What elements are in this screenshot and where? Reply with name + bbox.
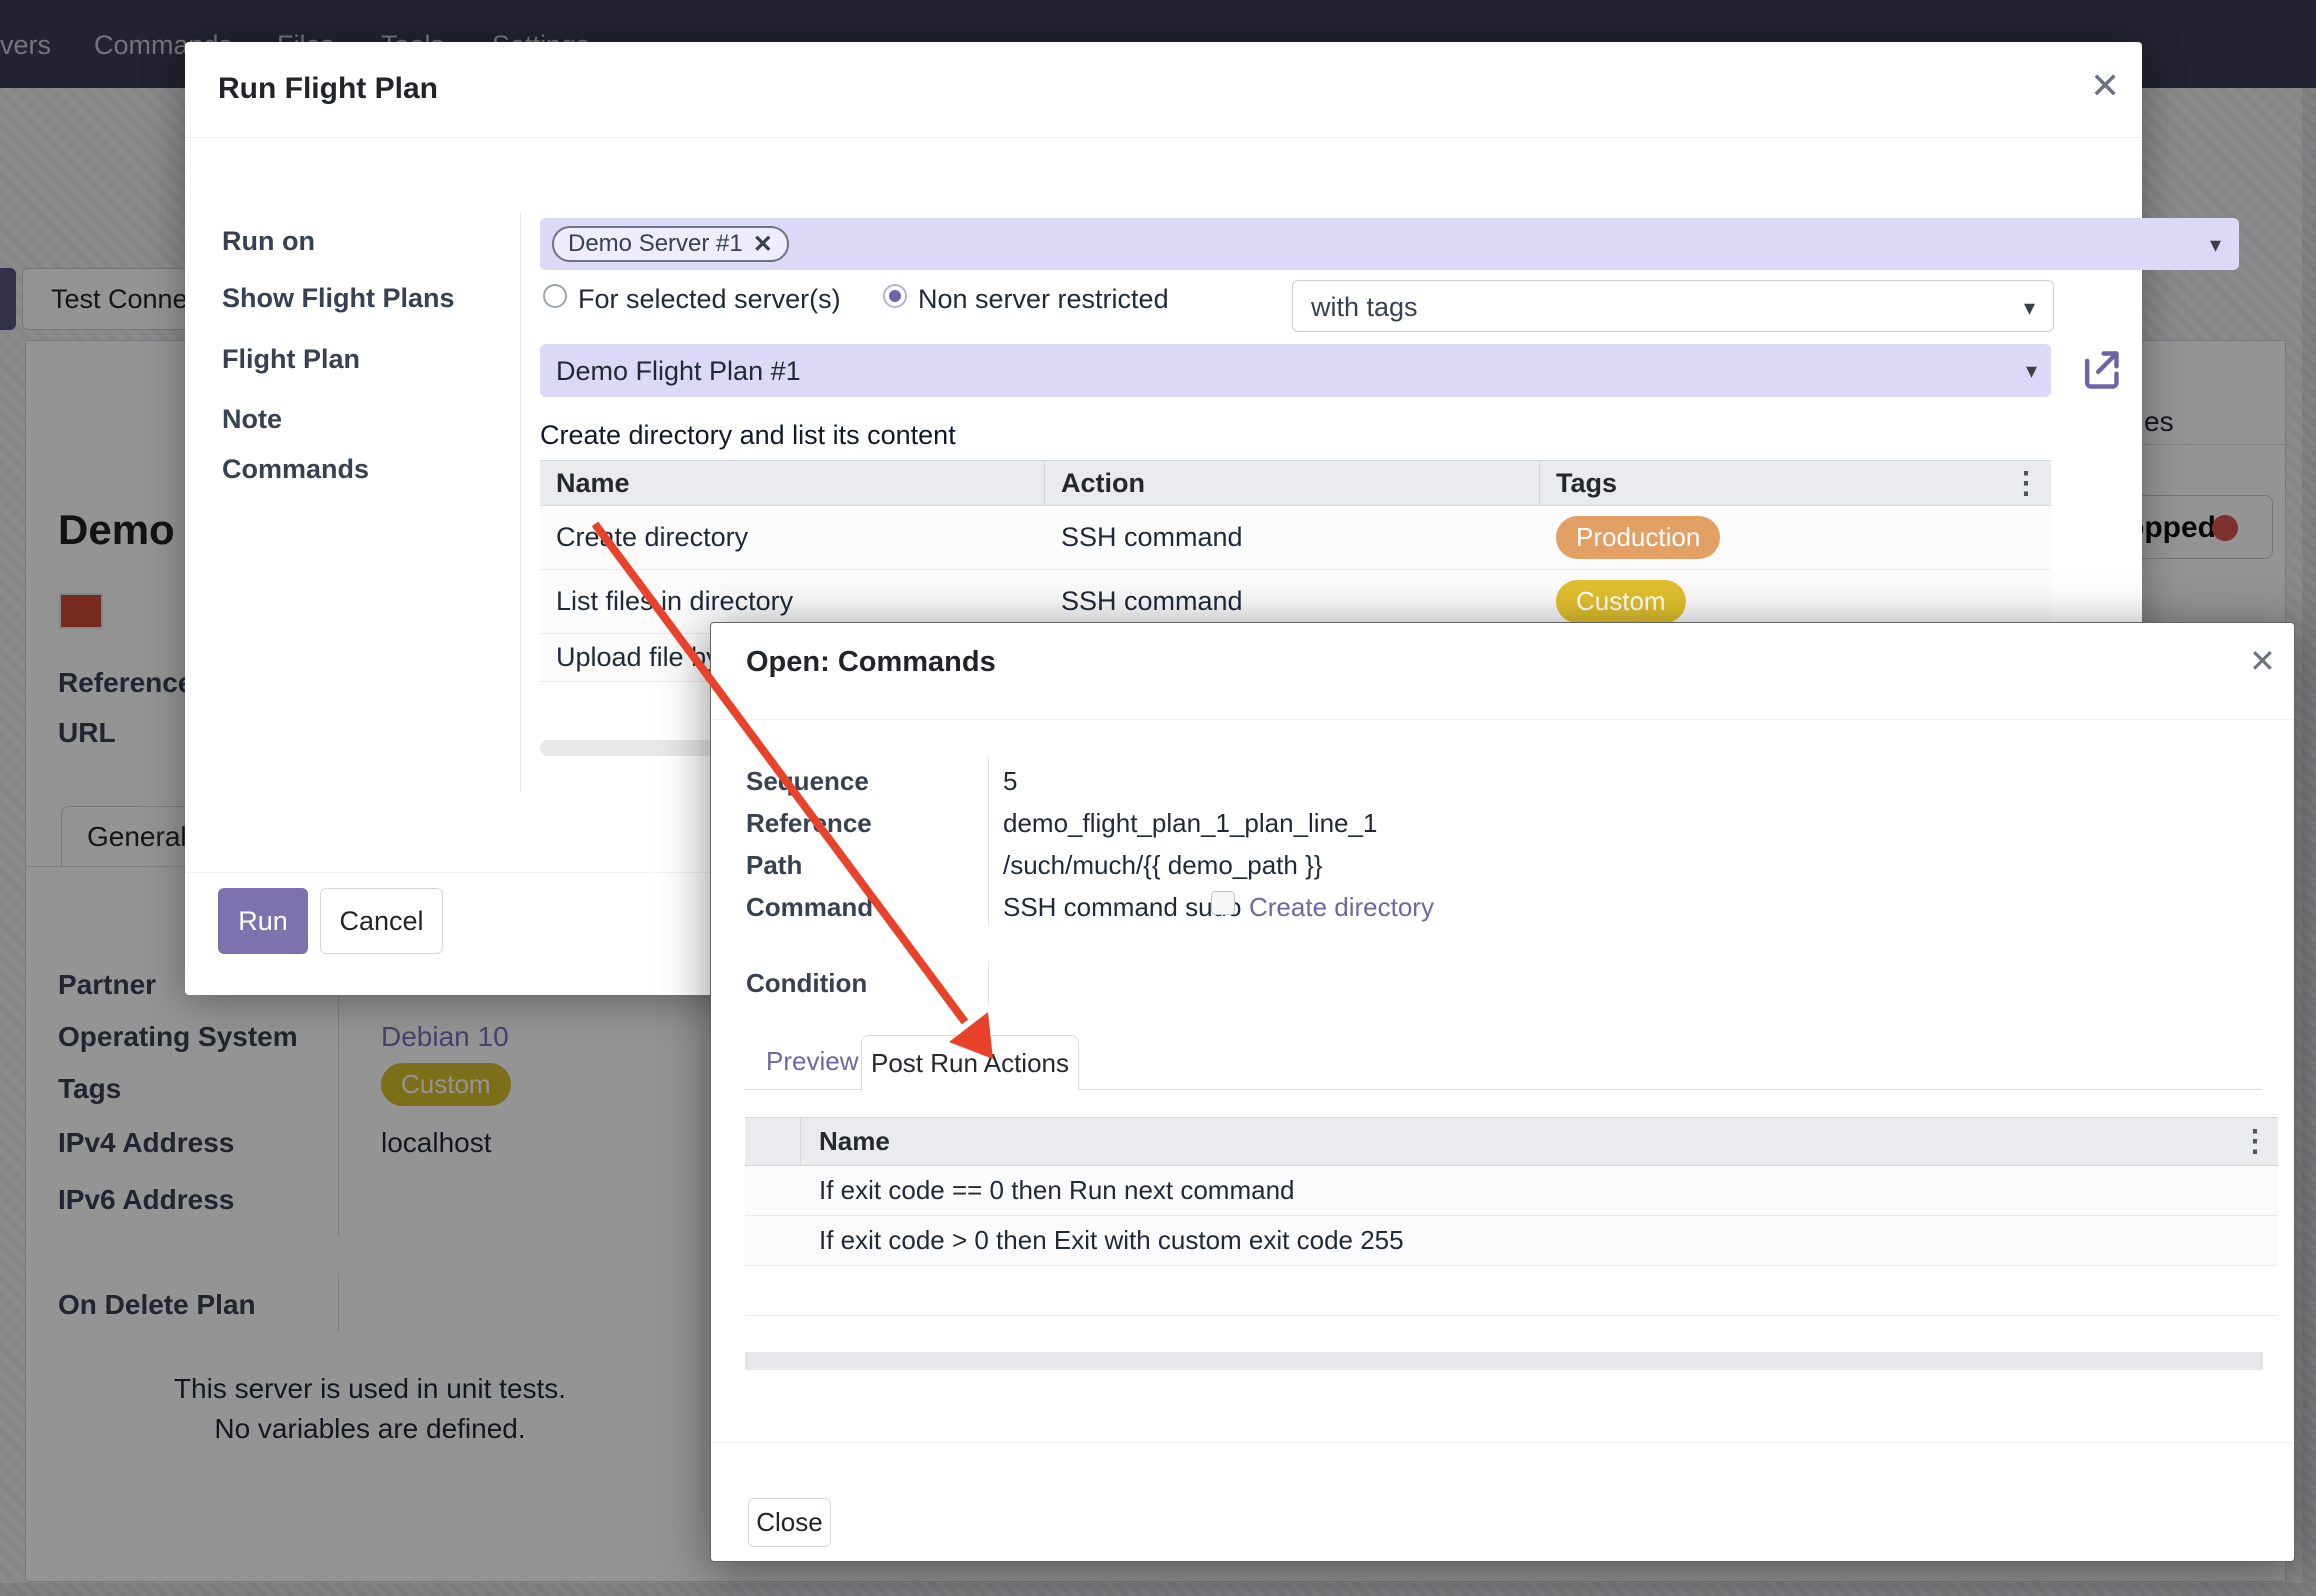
radio-non-server-restricted-label[interactable]: Non server restricted xyxy=(918,284,1169,315)
run-on-label: Run on xyxy=(222,226,315,257)
cell-name: Create directory xyxy=(540,522,1045,553)
post-run-row[interactable] xyxy=(745,1266,2278,1316)
run-button-label: Run xyxy=(238,906,288,937)
select-all-column[interactable] xyxy=(745,1118,801,1165)
post-run-col-name[interactable]: Name xyxy=(801,1126,2240,1157)
table-row[interactable]: Create directory SSH command Production xyxy=(540,506,2051,570)
flight-plan-caret-icon: ▾ xyxy=(2026,358,2037,384)
post-run-cell: If exit code > 0 then Exit with custom e… xyxy=(745,1225,1404,1256)
close-button-label: Close xyxy=(756,1507,822,1538)
run-modal-title: Run Flight Plan xyxy=(218,72,438,106)
run-on-select[interactable]: Demo Server #1 ✕ ▾ xyxy=(540,218,2239,270)
flight-plan-value: Demo Flight Plan #1 xyxy=(556,356,801,387)
show-flight-plans-label: Show Flight Plans xyxy=(222,283,455,314)
post-run-row[interactable]: If exit code == 0 then Run next command xyxy=(745,1166,2278,1216)
radio-selected-servers-label[interactable]: For selected server(s) xyxy=(578,284,841,315)
condition-divider xyxy=(988,961,989,1006)
command-label: Command xyxy=(746,892,873,923)
sequence-label: Sequence xyxy=(746,766,869,797)
close-button[interactable]: Close xyxy=(748,1498,831,1547)
post-run-cell: If exit code == 0 then Run next command xyxy=(745,1175,1295,1206)
col-header-action[interactable]: Action xyxy=(1045,461,1540,505)
post-run-options-icon[interactable]: ⋮ xyxy=(2240,1124,2278,1159)
server-tag-pill[interactable]: Demo Server #1 ✕ xyxy=(552,226,789,262)
open-modal-footer-divider xyxy=(711,1442,2294,1443)
table-options-icon[interactable]: ⋮ xyxy=(2011,466,2051,501)
post-run-table-header: Name ⋮ xyxy=(745,1117,2278,1166)
remove-tag-icon[interactable]: ✕ xyxy=(753,230,773,259)
external-link-icon[interactable] xyxy=(2078,348,2122,392)
flight-plan-select[interactable]: Demo Flight Plan #1 ▾ xyxy=(540,344,2051,397)
tab-post-run-actions[interactable]: Post Run Actions xyxy=(861,1035,1079,1091)
run-button[interactable]: Run xyxy=(218,888,308,954)
radio-non-server-restricted[interactable] xyxy=(883,284,907,308)
tag-badge-custom: Custom xyxy=(1556,580,1686,623)
post-run-actions-table: Name ⋮ If exit code == 0 then Run next c… xyxy=(745,1117,2278,1316)
create-directory-link[interactable]: Create directory xyxy=(1249,892,1434,923)
cell-name: List files in directory xyxy=(540,586,1045,617)
open-field-divider xyxy=(988,756,989,926)
server-tag-label: Demo Server #1 xyxy=(568,230,743,258)
reference-value: demo_flight_plan_1_plan_line_1 xyxy=(1003,808,1377,839)
commands-label: Commands xyxy=(222,454,369,485)
path-value: /such/much/{{ demo_path }} xyxy=(1003,850,1322,881)
cancel-button[interactable]: Cancel xyxy=(320,888,443,954)
cancel-button-label: Cancel xyxy=(339,906,423,937)
run-modal-header-divider xyxy=(185,137,2142,138)
with-tags-value: with tags xyxy=(1311,292,1418,323)
with-tags-select[interactable]: with tags ▾ xyxy=(1292,280,2054,332)
sequence-value: 5 xyxy=(1003,766,1017,797)
flight-plan-table-header: Name Action Tags ⋮ xyxy=(540,460,2051,506)
screen: vers Commands Files Tools Settings Test … xyxy=(0,0,2316,1596)
open-modal-header-divider xyxy=(711,719,2294,720)
flight-plan-subtitle: Create directory and list its content xyxy=(540,420,956,451)
command-value: SSH command sudo xyxy=(1003,892,1241,923)
note-label: Note xyxy=(222,404,282,435)
flight-plan-label: Flight Plan xyxy=(222,344,360,375)
col-header-name[interactable]: Name xyxy=(540,461,1045,505)
tag-badge-production: Production xyxy=(1556,516,1720,559)
run-modal-close-icon[interactable]: ✕ xyxy=(2090,68,2120,104)
open-commands-modal: Open: Commands ✕ Sequence Reference Path… xyxy=(710,622,2295,1562)
post-run-row[interactable]: If exit code > 0 then Exit with custom e… xyxy=(745,1216,2278,1266)
col-header-tags[interactable]: Tags xyxy=(1540,461,2011,505)
cell-action: SSH command xyxy=(1045,522,1540,553)
path-label: Path xyxy=(746,850,802,881)
command-checkbox[interactable] xyxy=(1211,891,1235,915)
post-run-h-scrollbar[interactable] xyxy=(745,1352,2263,1370)
reference-field-label: Reference xyxy=(746,808,872,839)
run-on-caret-icon: ▾ xyxy=(2210,232,2221,258)
open-modal-title: Open: Commands xyxy=(746,646,996,679)
label-column-divider xyxy=(520,212,521,792)
tab-post-run-actions-label: Post Run Actions xyxy=(871,1048,1069,1079)
radio-selected-servers[interactable] xyxy=(543,284,567,308)
cell-action: SSH command xyxy=(1045,586,1540,617)
open-modal-close-icon[interactable]: ✕ xyxy=(2249,645,2276,677)
condition-label: Condition xyxy=(746,968,867,999)
tab-preview[interactable]: Preview xyxy=(766,1046,858,1077)
with-tags-caret-icon: ▾ xyxy=(2024,295,2035,321)
